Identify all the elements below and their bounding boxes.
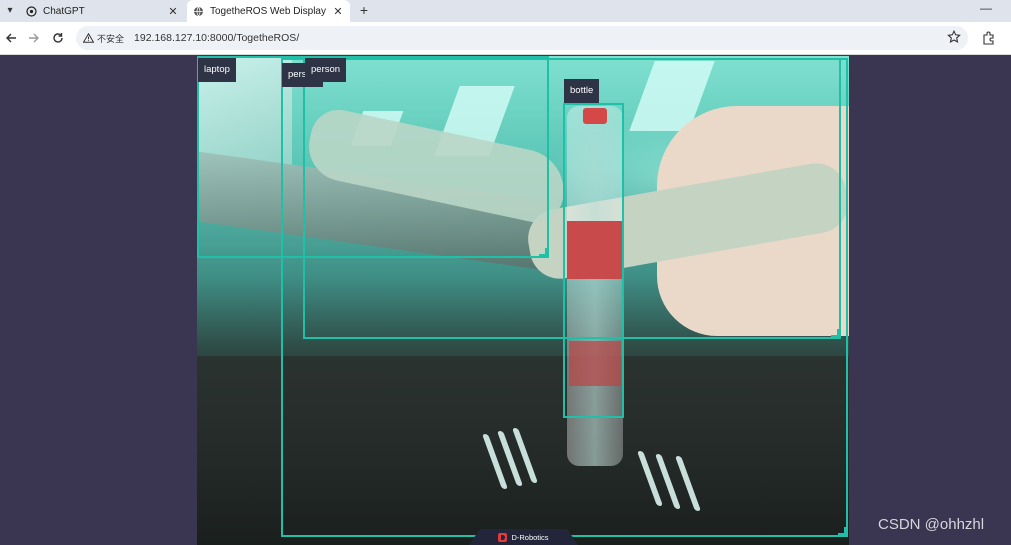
tab-search-chevron-icon[interactable]: ▾ bbox=[2, 3, 18, 19]
brand-footer: D-Robotics bbox=[469, 529, 578, 545]
d-robotics-logo-icon bbox=[498, 532, 508, 542]
tab-close-icon[interactable]: ✕ bbox=[332, 5, 344, 18]
tab-close-icon[interactable]: ✕ bbox=[167, 5, 179, 18]
chatgpt-favicon-icon bbox=[26, 5, 37, 17]
warning-icon bbox=[83, 33, 94, 43]
reload-icon bbox=[53, 33, 63, 43]
tab-chatgpt[interactable]: ChatGPT ✕ bbox=[20, 0, 185, 22]
forward-arrow-icon bbox=[29, 33, 39, 43]
url-text[interactable]: 192.168.127.10:8000/TogetheROS/ bbox=[134, 32, 299, 44]
new-tab-button[interactable]: + bbox=[356, 2, 372, 18]
tab-title: ChatGPT bbox=[43, 5, 85, 17]
extensions-puzzle-icon[interactable] bbox=[982, 31, 996, 45]
reload-button[interactable] bbox=[50, 30, 66, 46]
bbox-corner bbox=[831, 329, 841, 339]
security-label: 不安全 bbox=[97, 33, 125, 44]
brand-name: D-Robotics bbox=[511, 532, 549, 542]
watermark: CSDN @ohhzhl bbox=[878, 516, 985, 533]
detection-box-bottle bbox=[563, 103, 624, 418]
tab-title: TogetheROS Web Display bbox=[210, 5, 326, 17]
bbox-corner bbox=[838, 527, 848, 537]
security-indicator[interactable]: 不安全 bbox=[83, 32, 124, 45]
detection-label-bottle: bottle bbox=[564, 79, 600, 103]
minimize-button[interactable]: — bbox=[980, 1, 992, 15]
tab-strip: ▾ ChatGPT ✕ TogetheROS Web Display ✕ + — bbox=[0, 0, 1011, 22]
detection-label-laptop: laptop bbox=[198, 58, 236, 82]
tab-togetheros[interactable]: TogetheROS Web Display ✕ bbox=[187, 0, 350, 22]
address-bar[interactable]: 不安全 192.168.127.10:8000/TogetheROS/ bbox=[76, 26, 968, 50]
back-button[interactable] bbox=[3, 30, 19, 46]
detection-label-person: person bbox=[305, 58, 347, 82]
globe-icon bbox=[193, 6, 204, 17]
browser-toolbar: 不安全 192.168.127.10:8000/TogetheROS/ bbox=[0, 22, 1011, 55]
back-arrow-icon bbox=[6, 33, 16, 43]
forward-button[interactable] bbox=[26, 30, 42, 46]
bookmark-star-icon[interactable] bbox=[947, 30, 961, 44]
